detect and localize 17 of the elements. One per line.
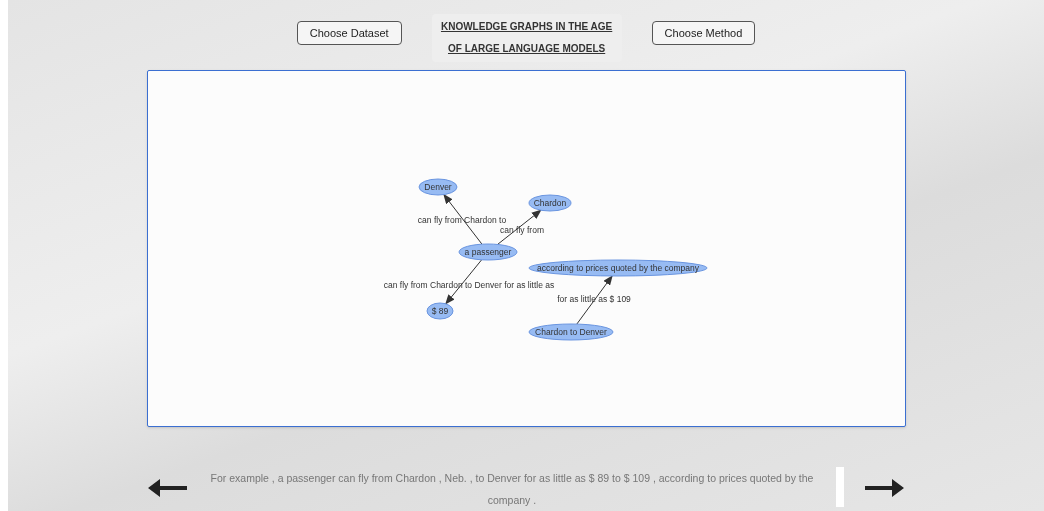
title-text: KNOWLEDGE GRAPHS IN THE AGE OF LARGE LANGUAGE MODELS	[439, 20, 614, 56]
choose-dataset-button[interactable]: Choose Dataset	[296, 21, 402, 45]
choose-method-button[interactable]: Choose Method	[651, 21, 756, 45]
divider-bar	[836, 467, 844, 507]
edge-label: can fly from Chardon to	[417, 215, 506, 225]
left-arrow-icon[interactable]	[146, 477, 188, 499]
right-arrow-icon[interactable]	[864, 477, 906, 499]
edge-arrow	[496, 209, 542, 245]
graph-node[interactable]: $ 89	[426, 302, 453, 320]
graph-node[interactable]: Chardon	[528, 194, 571, 212]
sentence-text: For example , a passenger can fly from Chardon , Neb. , to Denver for as little as $ 89 to $ 109 , according to prices quoted by the company .	[210, 471, 814, 508]
graph-node[interactable]: Chardon to Denver	[528, 323, 613, 341]
graph-node[interactable]: according to prices quoted by the company	[528, 259, 707, 277]
edge-label: for as little as $ 109	[556, 294, 631, 304]
graph-node[interactable]: a passenger	[458, 243, 517, 261]
edge-label: can fly from	[499, 225, 544, 235]
graph-node[interactable]: Denver	[418, 178, 457, 196]
